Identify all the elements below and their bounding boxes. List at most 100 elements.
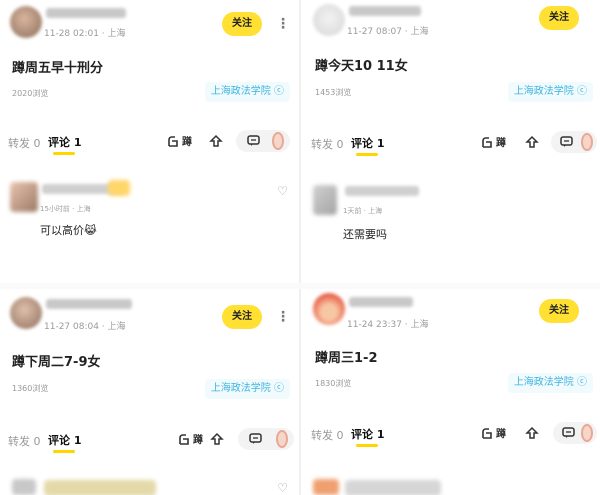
heart-outline-icon[interactable]: ♡ <box>277 184 288 198</box>
post-views: 1830浏览 <box>315 379 352 388</box>
squat-button[interactable]: 蹲 <box>480 134 506 149</box>
share-up-arrow-icon <box>525 426 539 439</box>
commenter-avatar[interactable] <box>313 185 337 215</box>
comment-pill[interactable] <box>551 131 597 153</box>
author-name-blurred[interactable] <box>349 297 413 307</box>
squat-label: 蹲 <box>182 137 192 148</box>
school-tag[interactable]: 上海政法学院 ⓒ <box>507 82 593 102</box>
commenter-name-blurred[interactable] <box>345 480 441 495</box>
share-button[interactable] <box>206 428 228 450</box>
comment-tab[interactable]: 评论 1 <box>351 426 384 442</box>
author-avatar[interactable] <box>313 4 345 36</box>
squat-button[interactable]: 蹲 <box>480 425 506 440</box>
school-tag-label: 上海政法学院 <box>513 377 574 388</box>
school-tag-label: 上海政法学院 <box>210 86 271 97</box>
squat-hand-icon <box>179 433 189 445</box>
comment-text: 还需要吗 <box>343 228 387 241</box>
post-time-location: 11-27 08:04 · 上海 <box>44 322 126 332</box>
comment-time-location: 1天前 · 上海 <box>343 207 383 215</box>
active-tab-indicator <box>53 450 75 453</box>
squat-label: 蹲 <box>193 435 203 446</box>
post-time-location: 11-28 02:01 · 上海 <box>44 29 126 39</box>
follow-button[interactable]: 关注 <box>539 299 579 323</box>
author-avatar[interactable] <box>10 297 42 329</box>
commenter-name-blurred[interactable] <box>345 186 419 196</box>
reaction-avatar-icon <box>272 132 284 150</box>
comment-bubble-icon <box>242 130 264 152</box>
share-button[interactable] <box>521 131 543 153</box>
squat-label: 蹲 <box>496 429 506 440</box>
post-card-1: 11-28 02:01 · 上海 关注 ⋮ 蹲周五早十刑分 2020浏览 上海政… <box>0 0 296 283</box>
share-button[interactable] <box>521 422 543 444</box>
squat-hand-icon <box>482 427 492 439</box>
post-time-location: 11-24 23:37 · 上海 <box>347 320 429 330</box>
repost-tab[interactable]: 转发 0 <box>311 427 344 443</box>
post-card-3: 11-27 08:04 · 上海 关注 ⋮ 蹲下周二7-9女 1360浏览 上海… <box>0 289 296 495</box>
comment-bubble-icon <box>557 422 579 444</box>
squat-hand-icon <box>168 135 178 147</box>
post-card-2: 11-27 08:07 · 上海 关注 蹲今天10 11女 1453浏览 上海政… <box>303 0 599 283</box>
author-avatar[interactable] <box>10 6 42 38</box>
post-card-4: 11-24 23:37 · 上海 关注 蹲周三1-2 1830浏览 上海政法学院… <box>303 289 599 495</box>
screenshot-collage: 11-28 02:01 · 上海 关注 ⋮ 蹲周五早十刑分 2020浏览 上海政… <box>0 0 600 495</box>
reaction-avatar-icon <box>581 424 593 442</box>
post-views: 1453浏览 <box>315 88 352 97</box>
post-content: 蹲下周二7-9女 <box>12 355 101 370</box>
commenter-badge-blurred <box>108 180 130 196</box>
commenter-avatar-blurred[interactable] <box>12 479 36 495</box>
squat-label: 蹲 <box>496 138 506 149</box>
more-vertical-icon[interactable]: ⋮ <box>276 307 290 327</box>
follow-button[interactable]: 关注 <box>539 6 579 30</box>
reaction-avatar-icon <box>276 430 288 448</box>
comment-text-body: 可以高价 <box>40 224 84 237</box>
school-tag[interactable]: 上海政法学院 ⓒ <box>204 379 290 399</box>
comment-tab[interactable]: 评论 1 <box>351 135 384 151</box>
author-name-blurred[interactable] <box>349 6 421 16</box>
comment-bubble-icon <box>244 428 266 450</box>
squat-hand-icon <box>482 136 492 148</box>
author-name-blurred[interactable] <box>46 8 126 18</box>
repost-tab[interactable]: 转发 0 <box>311 136 344 152</box>
squat-button[interactable]: 蹲 <box>166 133 192 148</box>
school-tag-label: 上海政法学院 <box>513 86 574 97</box>
commenter-avatar[interactable] <box>10 182 38 212</box>
comment-pill[interactable] <box>236 130 290 152</box>
active-tab-indicator <box>53 152 75 155</box>
author-avatar[interactable] <box>313 293 345 325</box>
author-name-blurred[interactable] <box>46 299 132 309</box>
repost-tab[interactable]: 转发 0 <box>8 135 41 151</box>
post-views: 2020浏览 <box>12 89 49 98</box>
commenter-avatar-blurred[interactable] <box>313 479 339 495</box>
crying-laughing-cat-icon: 😹 <box>84 224 97 237</box>
more-vertical-icon[interactable]: ⋮ <box>276 14 290 34</box>
comment-text: 可以高价😹 <box>40 222 97 238</box>
post-time-location: 11-27 08:07 · 上海 <box>347 27 429 37</box>
school-tag[interactable]: 上海政法学院 ⓒ <box>507 373 593 393</box>
squat-button[interactable]: 蹲 <box>177 431 203 446</box>
active-tab-indicator <box>356 444 378 447</box>
share-up-arrow-icon <box>525 135 539 148</box>
comment-pill[interactable] <box>553 422 597 444</box>
post-content: 蹲周三1-2 <box>315 351 378 366</box>
vertical-divider <box>299 0 301 495</box>
follow-button[interactable]: 关注 <box>222 305 262 329</box>
reaction-avatar-icon <box>581 133 593 151</box>
share-button[interactable] <box>205 130 227 152</box>
school-tag-label: 上海政法学院 <box>210 383 271 394</box>
comment-bubble-icon <box>555 131 577 153</box>
comment-tab[interactable]: 评论 1 <box>48 432 81 448</box>
repost-tab[interactable]: 转发 0 <box>8 433 41 449</box>
post-content: 蹲今天10 11女 <box>315 59 408 74</box>
comment-pill[interactable] <box>238 428 294 450</box>
school-tag[interactable]: 上海政法学院 ⓒ <box>204 82 290 102</box>
follow-button[interactable]: 关注 <box>222 12 262 36</box>
post-content: 蹲周五早十刑分 <box>12 61 104 76</box>
share-up-arrow-icon <box>209 134 223 147</box>
post-views: 1360浏览 <box>12 384 49 393</box>
commenter-name-blurred[interactable] <box>44 480 156 495</box>
active-tab-indicator <box>356 153 378 156</box>
share-up-arrow-icon <box>210 432 224 445</box>
comment-tab[interactable]: 评论 1 <box>48 134 81 150</box>
comment-time-location: 15小时前 · 上海 <box>40 205 91 213</box>
heart-outline-icon[interactable]: ♡ <box>277 481 288 495</box>
